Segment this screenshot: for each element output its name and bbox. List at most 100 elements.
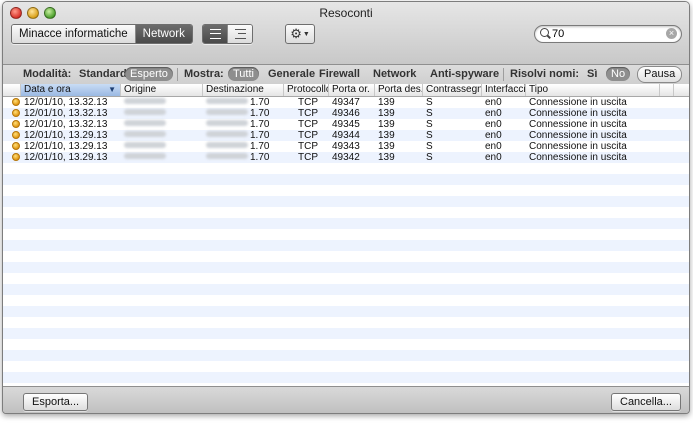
empty-row bbox=[3, 218, 689, 229]
empty-row bbox=[3, 163, 689, 174]
cell-flags-wrap: S bbox=[423, 97, 433, 108]
cell-src-port-wrap: 49342 bbox=[329, 152, 360, 163]
cell-src-port: 49343 bbox=[332, 141, 360, 152]
table-row[interactable]: 12/01/10, 13.32.13 1.70 TCP 49345 139 Sen0 Con… bbox=[3, 119, 689, 130]
empty-row bbox=[3, 372, 689, 383]
list-view-button[interactable] bbox=[203, 25, 228, 43]
redacted-ip bbox=[124, 131, 166, 137]
cancel-button[interactable]: Cancella... bbox=[611, 393, 681, 411]
column-header-origine[interactable]: Origine bbox=[121, 84, 203, 96]
resoconti-window: Resoconti Minacce informatiche Network ⚙… bbox=[2, 1, 690, 414]
search-field[interactable]: × bbox=[534, 25, 682, 43]
cell-dst-port-wrap: 139 bbox=[375, 97, 395, 108]
divider bbox=[177, 68, 178, 81]
cell-type: Connessione in uscita bbox=[529, 108, 627, 119]
filter-standard[interactable]: Standard bbox=[79, 68, 127, 80]
modalita-label: Modalità: bbox=[23, 68, 72, 80]
column-header-filler bbox=[660, 84, 674, 96]
cell-type-wrap: Connessione in uscita bbox=[526, 108, 627, 119]
cell-protocol-wrap: TCP bbox=[284, 152, 318, 163]
column-header-contrassegni[interactable]: Contrassegni bbox=[423, 84, 482, 96]
cell-src-port-wrap: 49344 bbox=[329, 130, 360, 141]
cell-origine bbox=[121, 141, 168, 152]
column-header-destinazione[interactable]: Destinazione bbox=[203, 84, 284, 96]
column-header-data-e-ora[interactable]: Data e ora ▼ bbox=[21, 84, 121, 96]
cell-protocol: TCP bbox=[298, 119, 318, 130]
table-row[interactable]: 12/01/10, 13.29.13 1.70 TCP 49344 139 Sen0 Con… bbox=[3, 130, 689, 141]
tab-network[interactable]: Network bbox=[135, 25, 192, 43]
empty-row bbox=[3, 273, 689, 284]
filter-esperto[interactable]: Esperto bbox=[125, 67, 173, 81]
cell-datetime-wrap: 12/01/10, 13.29.13 bbox=[21, 130, 107, 141]
tab-minacce-informatiche[interactable]: Minacce informatiche bbox=[12, 25, 136, 43]
filter-bar: Modalità: Standard Esperto Mostra: Tutti… bbox=[3, 65, 689, 85]
chevron-down-icon: ▼ bbox=[302, 31, 310, 38]
empty-row bbox=[3, 361, 689, 372]
cell-type-wrap: Connessione in uscita bbox=[526, 152, 627, 163]
cell-origine bbox=[121, 119, 168, 130]
redacted-ip bbox=[206, 120, 248, 126]
cell-src-port-wrap: 49345 bbox=[329, 119, 360, 130]
filter-antispyware[interactable]: Anti-spyware bbox=[430, 68, 499, 80]
column-header-tipo[interactable]: Tipo bbox=[526, 84, 660, 96]
cell-protocol-wrap: TCP bbox=[284, 119, 318, 130]
filter-no[interactable]: No bbox=[606, 67, 631, 81]
table-row[interactable]: 12/01/10, 13.29.13 1.70 TCP 49343 139 Sen0 Con… bbox=[3, 141, 689, 152]
empty-row bbox=[3, 185, 689, 196]
cell-type-wrap: Connessione in uscita bbox=[526, 97, 627, 108]
column-header-porta-des[interactable]: Porta des. bbox=[375, 84, 423, 96]
cell-flags: S bbox=[426, 141, 433, 152]
cell-origine bbox=[121, 152, 168, 163]
filter-firewall[interactable]: Firewall bbox=[319, 68, 360, 80]
empty-row bbox=[3, 328, 689, 339]
cell-protocol-wrap: TCP bbox=[284, 141, 318, 152]
warning-dot-icon bbox=[12, 120, 20, 128]
action-menu-button[interactable]: ⚙▼ bbox=[285, 24, 315, 44]
cell-datetime-wrap: 12/01/10, 13.32.13 bbox=[21, 108, 107, 119]
window-title: Resoconti bbox=[319, 6, 373, 20]
redacted-ip bbox=[124, 142, 166, 148]
cell-origine bbox=[121, 108, 168, 119]
pause-button[interactable]: Pausa bbox=[637, 66, 683, 83]
table-row[interactable]: 12/01/10, 13.29.13 1.70 TCP 49342 139 Sen0 Con… bbox=[3, 152, 689, 163]
redacted-ip bbox=[124, 109, 166, 115]
filter-tutti[interactable]: Tutti bbox=[228, 67, 259, 81]
cell-iface: en0 bbox=[485, 108, 502, 119]
column-header-status[interactable] bbox=[3, 84, 21, 96]
redacted-ip bbox=[206, 142, 248, 148]
table-row[interactable]: 12/01/10, 13.32.13 1.70 TCP 49347 139 Sen0 Con… bbox=[3, 97, 689, 108]
cell-dst-port: 139 bbox=[378, 130, 395, 141]
cell-protocol: TCP bbox=[298, 152, 318, 163]
cell-dest-suffix-wrap: 1.70 bbox=[203, 119, 269, 130]
cell-flags-wrap: S bbox=[423, 152, 433, 163]
cell-type: Connessione in uscita bbox=[529, 130, 627, 141]
view-mode-control bbox=[202, 24, 253, 44]
empty-row bbox=[3, 262, 689, 273]
redacted-ip bbox=[124, 153, 166, 159]
redacted-ip bbox=[124, 120, 166, 126]
outline-view-button[interactable] bbox=[228, 25, 252, 43]
column-header-interfaccia[interactable]: Interfaccia bbox=[482, 84, 526, 96]
clear-icon[interactable]: × bbox=[666, 28, 677, 39]
cell-dst-port: 139 bbox=[378, 97, 395, 108]
cell-src-port: 49346 bbox=[332, 108, 360, 119]
search-input[interactable] bbox=[552, 27, 660, 41]
cell-dst-port-wrap: 139 bbox=[375, 152, 395, 163]
cell-src-port: 49347 bbox=[332, 97, 360, 108]
cell-src-port: 49345 bbox=[332, 119, 360, 130]
cell-datetime: 12/01/10, 13.29.13 bbox=[24, 152, 108, 163]
column-header-porta-or[interactable]: Porta or. bbox=[329, 84, 375, 96]
column-header-protocollo[interactable]: Protocollo bbox=[284, 84, 329, 96]
cell-dest-suffix: 1.70 bbox=[250, 152, 270, 163]
search-icon bbox=[540, 28, 549, 37]
export-button[interactable]: Esporta... bbox=[23, 393, 89, 411]
titlebar: Resoconti Minacce informatiche Network ⚙… bbox=[3, 2, 689, 65]
filter-generale[interactable]: Generale bbox=[268, 68, 315, 80]
filter-network[interactable]: Network bbox=[373, 68, 416, 80]
cell-protocol: TCP bbox=[298, 141, 318, 152]
cell-dest-suffix-wrap: 1.70 bbox=[203, 141, 269, 152]
cell-origine bbox=[121, 130, 168, 141]
filter-si[interactable]: Sì bbox=[587, 68, 597, 80]
table-row[interactable]: 12/01/10, 13.32.13 1.70 TCP 49346 139 Sen0 Con… bbox=[3, 108, 689, 119]
cell-src-port: 49344 bbox=[332, 130, 360, 141]
